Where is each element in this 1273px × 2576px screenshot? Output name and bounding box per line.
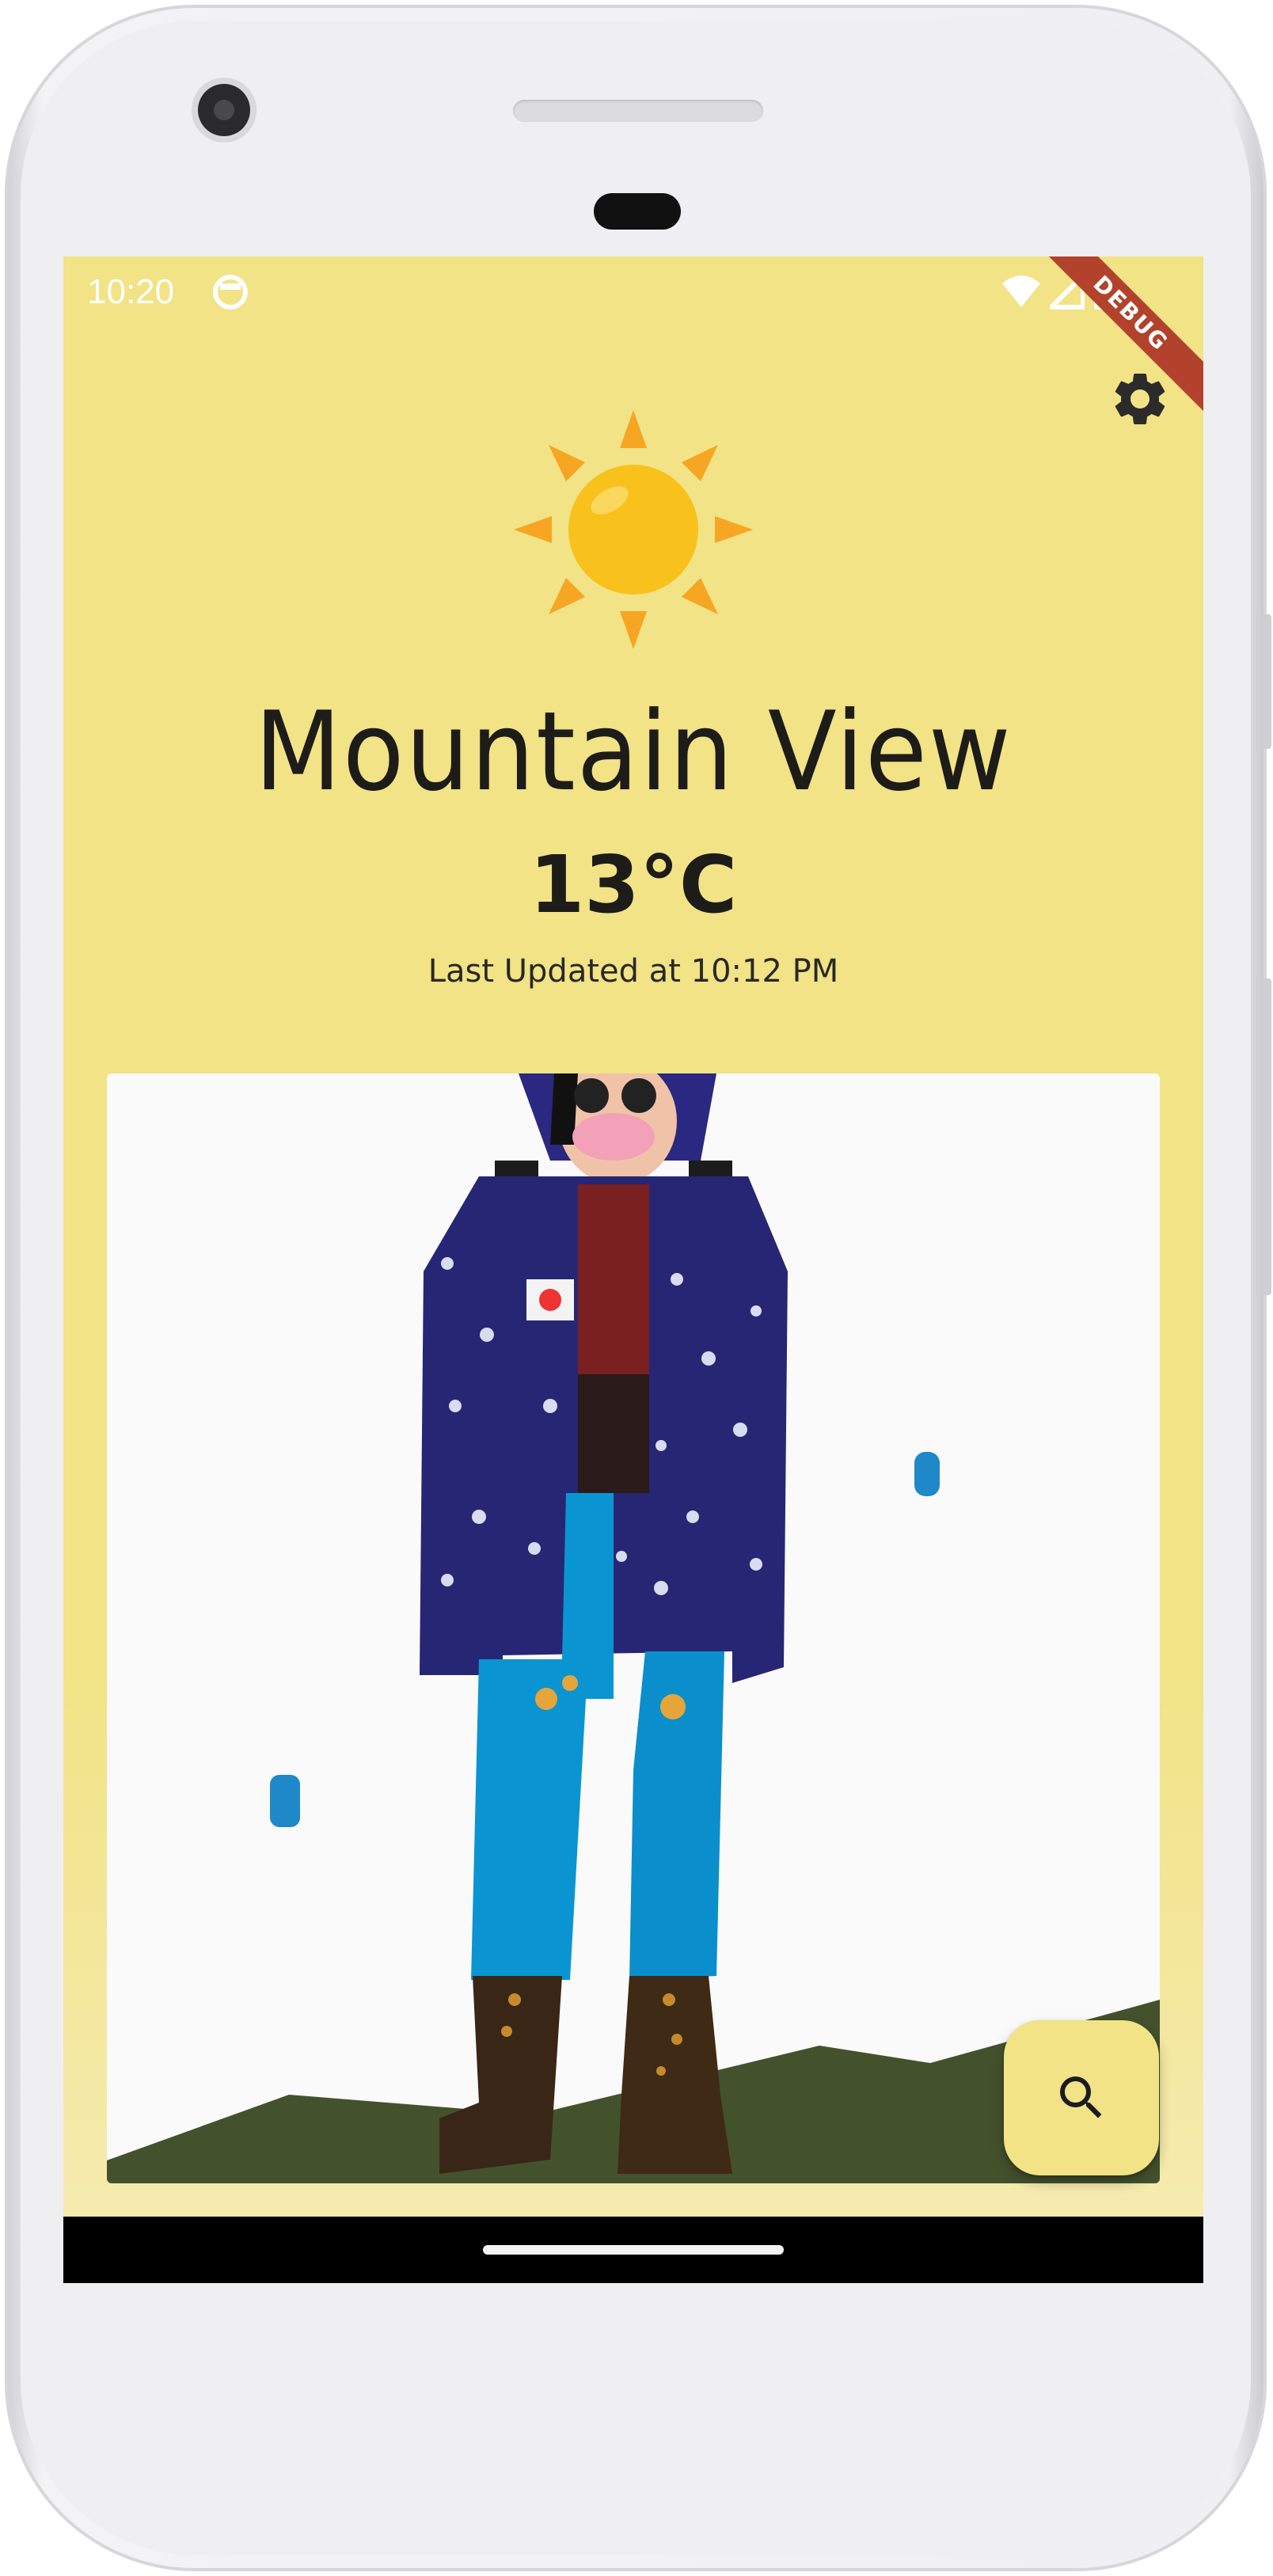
raindrop [914,1452,940,1496]
boot [439,1976,562,2174]
city-name: Mountain View [254,688,1013,815]
app-screen: 10:20 DEBUG Mountain View 13°C Last Upda… [63,256,1203,2283]
volume-button [1262,614,1271,749]
navigation-bar [63,2217,1203,2283]
mask [572,1113,655,1161]
last-updated: Last Updated at 10:12 PM [428,953,839,990]
home-gesture-handle[interactable] [483,2245,784,2255]
gear-icon[interactable] [1108,367,1172,431]
boot [618,1976,732,2174]
wifi-icon [1002,275,1040,307]
belt [578,1374,649,1493]
status-time: 10:20 [87,272,175,311]
jacket-patch [539,1289,561,1311]
proximity-sensor [594,193,681,230]
status-bar: 10:20 DEBUG [63,256,1203,421]
sunglasses [621,1078,656,1113]
notification-app-icon [213,275,248,310]
search-button[interactable] [1004,2020,1159,2175]
search-icon [1060,2076,1102,2118]
sun-icon [514,410,753,649]
sunglasses [574,1078,609,1113]
raindrop [270,1775,300,1827]
outfit-illustration [107,1073,1160,2183]
power-button [1262,978,1271,1295]
temperature: 13°C [529,838,738,931]
earpiece-speaker [513,100,763,122]
front-camera [198,84,250,136]
